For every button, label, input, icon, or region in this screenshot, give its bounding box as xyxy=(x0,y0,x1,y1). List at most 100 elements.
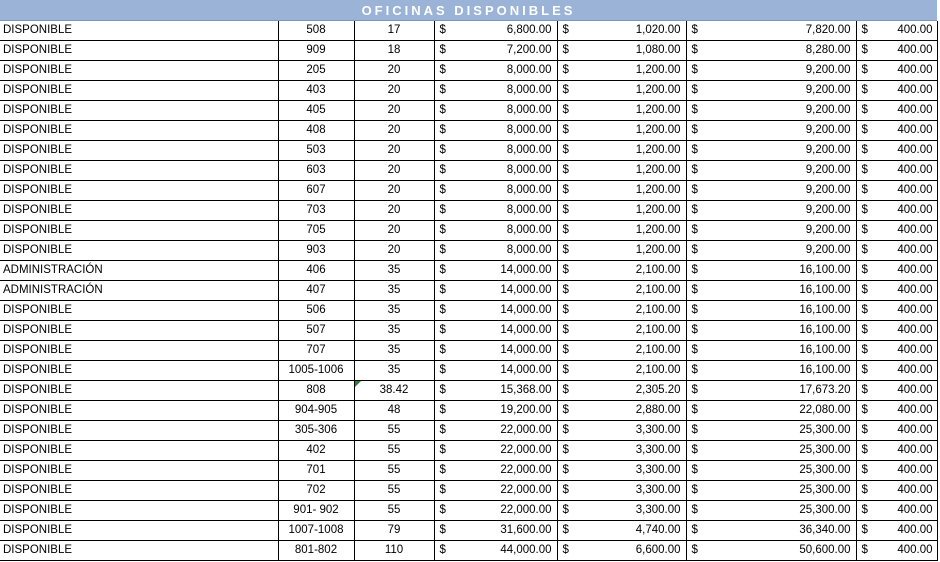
cell-status[interactable]: DISPONIBLE xyxy=(0,100,279,121)
cell-currency-total[interactable]: $ xyxy=(686,21,706,41)
cell-total[interactable]: 36,340.00 xyxy=(706,520,857,541)
cell-maintenance[interactable]: 2,305.20 xyxy=(577,380,687,401)
cell-currency-total[interactable]: $ xyxy=(686,140,706,161)
cell-total[interactable]: 7,820.00 xyxy=(706,21,857,41)
cell-area-m2[interactable]: 20 xyxy=(354,220,435,241)
cell-area-m2[interactable]: 35 xyxy=(354,300,435,321)
cell-area-m2[interactable]: 55 xyxy=(354,500,435,521)
cell-area-m2[interactable]: 79 xyxy=(354,520,435,541)
cell-currency-parking[interactable]: $ xyxy=(856,200,876,221)
cell-status[interactable]: DISPONIBLE xyxy=(0,180,279,201)
cell-maintenance[interactable]: 4,740.00 xyxy=(577,520,687,541)
cell-currency-maintenance[interactable]: $ xyxy=(557,60,577,81)
cell-rent[interactable]: 8,000.00 xyxy=(454,240,558,261)
cell-currency-maintenance[interactable]: $ xyxy=(557,80,577,101)
cell-area-m2[interactable]: 48 xyxy=(354,400,435,421)
cell-maintenance[interactable]: 3,300.00 xyxy=(577,420,687,441)
cell-rent[interactable]: 14,000.00 xyxy=(454,320,558,341)
cell-rent[interactable]: 8,000.00 xyxy=(454,120,558,141)
cell-rent[interactable]: 14,000.00 xyxy=(454,340,558,361)
cell-total[interactable]: 9,200.00 xyxy=(706,140,857,161)
cell-area-m2[interactable]: 20 xyxy=(354,240,435,261)
cell-currency-parking[interactable]: $ xyxy=(856,360,876,381)
cell-maintenance[interactable]: 1,200.00 xyxy=(577,100,687,121)
cell-currency-parking[interactable]: $ xyxy=(856,21,876,41)
cell-area-m2[interactable]: 20 xyxy=(354,140,435,161)
cell-area-m2[interactable]: 38.42 xyxy=(354,380,435,401)
cell-status[interactable]: DISPONIBLE xyxy=(0,320,279,341)
cell-rent[interactable]: 8,000.00 xyxy=(454,160,558,181)
cell-office-number[interactable]: 701 xyxy=(278,460,355,481)
cell-currency-parking[interactable]: $ xyxy=(856,300,876,321)
cell-maintenance[interactable]: 1,200.00 xyxy=(577,200,687,221)
cell-currency-parking[interactable]: $ xyxy=(856,420,876,441)
cell-currency-total[interactable]: $ xyxy=(686,280,706,301)
cell-status[interactable]: DISPONIBLE xyxy=(0,540,279,561)
cell-status[interactable]: DISPONIBLE xyxy=(0,140,279,161)
cell-total[interactable]: 8,280.00 xyxy=(706,40,857,61)
cell-currency-rent[interactable]: $ xyxy=(434,400,454,421)
cell-parking[interactable]: 400.00 xyxy=(876,280,938,301)
cell-currency-maintenance[interactable]: $ xyxy=(557,300,577,321)
cell-currency-parking[interactable]: $ xyxy=(856,260,876,281)
cell-total[interactable]: 16,100.00 xyxy=(706,280,857,301)
cell-area-m2[interactable]: 35 xyxy=(354,340,435,361)
cell-currency-rent[interactable]: $ xyxy=(434,240,454,261)
cell-currency-parking[interactable]: $ xyxy=(856,120,876,141)
cell-status[interactable]: DISPONIBLE xyxy=(0,40,279,61)
cell-currency-total[interactable]: $ xyxy=(686,180,706,201)
cell-currency-rent[interactable]: $ xyxy=(434,220,454,241)
cell-parking[interactable]: 400.00 xyxy=(876,400,938,421)
cell-currency-rent[interactable]: $ xyxy=(434,500,454,521)
cell-office-number[interactable]: 508 xyxy=(278,21,355,41)
cell-total[interactable]: 9,200.00 xyxy=(706,120,857,141)
cell-rent[interactable]: 14,000.00 xyxy=(454,260,558,281)
cell-currency-total[interactable]: $ xyxy=(686,220,706,241)
cell-area-m2[interactable]: 18 xyxy=(354,40,435,61)
cell-area-m2[interactable]: 35 xyxy=(354,260,435,281)
cell-total[interactable]: 25,300.00 xyxy=(706,440,857,461)
cell-currency-maintenance[interactable]: $ xyxy=(557,340,577,361)
cell-rent[interactable]: 22,000.00 xyxy=(454,460,558,481)
cell-currency-maintenance[interactable]: $ xyxy=(557,520,577,541)
cell-currency-maintenance[interactable]: $ xyxy=(557,420,577,441)
cell-status[interactable]: DISPONIBLE xyxy=(0,300,279,321)
cell-currency-maintenance[interactable]: $ xyxy=(557,40,577,61)
cell-rent[interactable]: 44,000.00 xyxy=(454,540,558,561)
cell-rent[interactable]: 14,000.00 xyxy=(454,280,558,301)
cell-currency-maintenance[interactable]: $ xyxy=(557,21,577,41)
cell-office-number[interactable]: 407 xyxy=(278,280,355,301)
cell-status[interactable]: DISPONIBLE xyxy=(0,460,279,481)
cell-status[interactable]: DISPONIBLE xyxy=(0,120,279,141)
cell-area-m2[interactable]: 17 xyxy=(354,21,435,41)
cell-parking[interactable]: 400.00 xyxy=(876,520,938,541)
cell-currency-total[interactable]: $ xyxy=(686,460,706,481)
cell-parking[interactable]: 400.00 xyxy=(876,220,938,241)
cell-total[interactable]: 25,300.00 xyxy=(706,480,857,501)
cell-parking[interactable]: 400.00 xyxy=(876,300,938,321)
cell-total[interactable]: 9,200.00 xyxy=(706,180,857,201)
cell-status[interactable]: DISPONIBLE xyxy=(0,220,279,241)
cell-currency-total[interactable]: $ xyxy=(686,260,706,281)
cell-rent[interactable]: 22,000.00 xyxy=(454,440,558,461)
cell-currency-rent[interactable]: $ xyxy=(434,360,454,381)
cell-currency-total[interactable]: $ xyxy=(686,300,706,321)
cell-status[interactable]: ADMINISTRACIÓN xyxy=(0,280,279,301)
cell-currency-parking[interactable]: $ xyxy=(856,160,876,181)
cell-currency-maintenance[interactable]: $ xyxy=(557,400,577,421)
cell-rent[interactable]: 8,000.00 xyxy=(454,140,558,161)
cell-currency-rent[interactable]: $ xyxy=(434,80,454,101)
cell-office-number[interactable]: 403 xyxy=(278,80,355,101)
cell-maintenance[interactable]: 1,080.00 xyxy=(577,40,687,61)
cell-area-m2[interactable]: 55 xyxy=(354,440,435,461)
cell-area-m2[interactable]: 20 xyxy=(354,120,435,141)
cell-currency-rent[interactable]: $ xyxy=(434,420,454,441)
cell-parking[interactable]: 400.00 xyxy=(876,260,938,281)
cell-currency-rent[interactable]: $ xyxy=(434,280,454,301)
cell-parking[interactable]: 400.00 xyxy=(876,140,938,161)
cell-office-number[interactable]: 808 xyxy=(278,380,355,401)
cell-total[interactable]: 9,200.00 xyxy=(706,100,857,121)
cell-rent[interactable]: 22,000.00 xyxy=(454,420,558,441)
cell-office-number[interactable]: 1007-1008 xyxy=(278,520,355,541)
cell-currency-total[interactable]: $ xyxy=(686,520,706,541)
